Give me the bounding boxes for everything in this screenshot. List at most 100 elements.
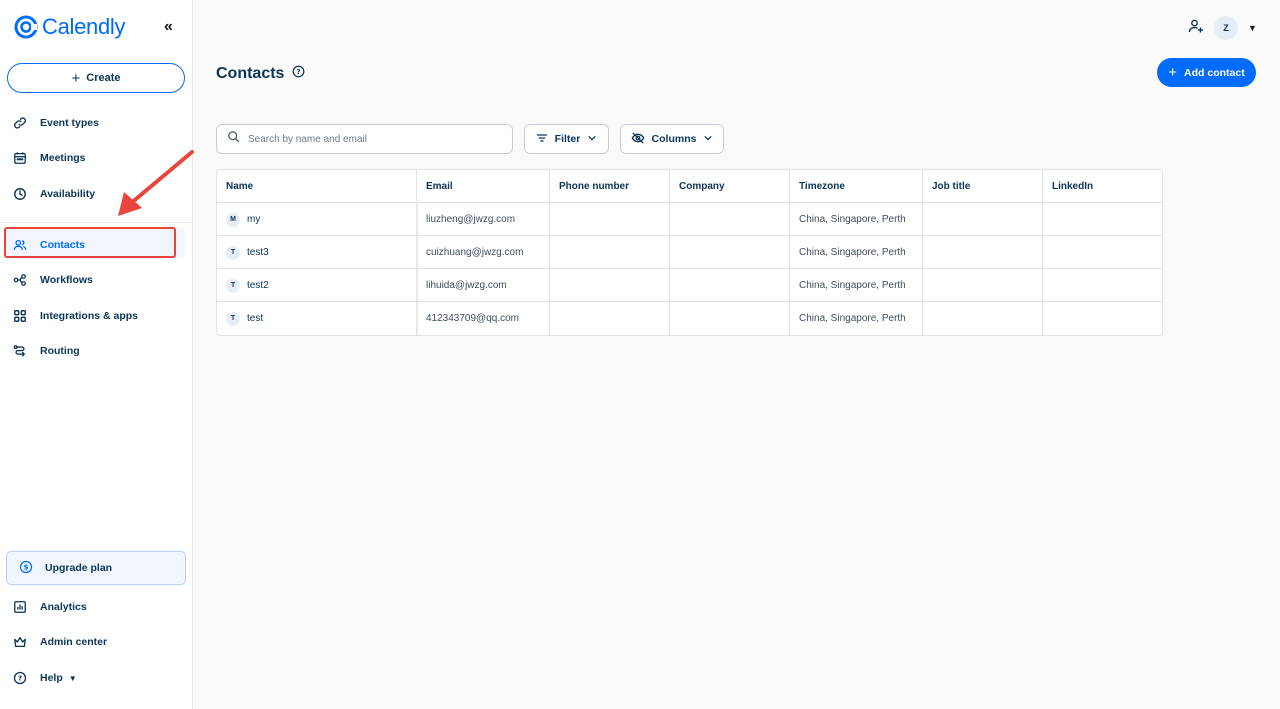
add-contact-label: Add contact bbox=[1184, 66, 1245, 79]
page-title: Contacts ? bbox=[216, 65, 305, 83]
sidebar-item-analytics[interactable]: Analytics bbox=[12, 596, 87, 618]
cell-job-title bbox=[923, 302, 1043, 335]
table-row[interactable]: T test 412343709@qq.com China, Singapore… bbox=[217, 302, 1162, 335]
cell-job-title bbox=[923, 269, 1043, 302]
columns-button[interactable]: Columns bbox=[620, 124, 724, 154]
calendar-icon bbox=[12, 150, 28, 166]
column-header-phone[interactable]: Phone number bbox=[550, 170, 670, 203]
search-box bbox=[216, 124, 513, 154]
sidebar-item-routing[interactable]: Routing bbox=[12, 340, 80, 362]
table-row[interactable]: T test3 cuizhuang@jwzg.com China, Singap… bbox=[217, 236, 1162, 269]
search-icon bbox=[227, 130, 240, 148]
page-title-text: Contacts bbox=[216, 65, 285, 82]
sidebar-item-availability[interactable]: Availability bbox=[12, 183, 95, 205]
chart-icon bbox=[12, 599, 28, 615]
create-button[interactable]: + Create bbox=[7, 63, 185, 93]
cell-phone bbox=[550, 203, 670, 236]
cell-phone bbox=[550, 236, 670, 269]
plus-icon: + bbox=[1168, 64, 1178, 81]
collapse-sidebar-icon[interactable]: « bbox=[164, 18, 173, 36]
clock-icon bbox=[12, 186, 28, 202]
help-circle-icon[interactable]: ? bbox=[292, 65, 305, 83]
cell-linkedin bbox=[1043, 203, 1162, 236]
cell-company bbox=[670, 203, 790, 236]
add-contact-button[interactable]: + Add contact bbox=[1157, 58, 1256, 87]
sidebar-item-label: Workflows bbox=[40, 274, 93, 286]
contact-name: test3 bbox=[247, 247, 269, 258]
invite-user-icon[interactable] bbox=[1188, 18, 1204, 39]
routing-icon bbox=[12, 343, 28, 359]
table-header-row: Name Email Phone number Company Timezone… bbox=[217, 170, 1162, 203]
column-header-name[interactable]: Name bbox=[217, 170, 417, 203]
cell-name: T test3 bbox=[217, 236, 417, 269]
cell-timezone: China, Singapore, Perth bbox=[790, 269, 923, 302]
sidebar-item-label: Event types bbox=[40, 117, 99, 129]
link-icon bbox=[12, 115, 28, 131]
cell-phone bbox=[550, 269, 670, 302]
cell-name: T test bbox=[217, 302, 417, 335]
calendly-logo-icon bbox=[14, 15, 38, 39]
cell-email: liuzheng@jwzg.com bbox=[417, 203, 550, 236]
sidebar-item-integrations[interactable]: Integrations & apps bbox=[12, 305, 138, 327]
cell-job-title bbox=[923, 203, 1043, 236]
logo-text: Calendly bbox=[42, 14, 126, 39]
upgrade-plan-button[interactable]: $ Upgrade plan bbox=[6, 551, 186, 585]
column-header-timezone[interactable]: Timezone bbox=[790, 170, 923, 203]
column-header-company[interactable]: Company bbox=[670, 170, 790, 203]
chevron-down-icon bbox=[587, 133, 597, 146]
search-input[interactable] bbox=[248, 133, 498, 145]
filter-label: Filter bbox=[554, 133, 581, 145]
column-header-job-title[interactable]: Job title bbox=[923, 170, 1043, 203]
annotation-highlight-box bbox=[4, 227, 176, 258]
cell-email: lihuida@jwzg.com bbox=[417, 269, 550, 302]
account-menu-caret-icon[interactable]: ▼ bbox=[1248, 23, 1257, 33]
cell-job-title bbox=[923, 236, 1043, 269]
svg-text:$: $ bbox=[24, 563, 29, 571]
contact-name: test2 bbox=[247, 280, 269, 291]
sidebar-item-label: Admin center bbox=[40, 636, 108, 648]
cell-email: 412343709@qq.com bbox=[417, 302, 550, 335]
sidebar-item-label: Routing bbox=[40, 345, 80, 357]
contact-initial-avatar: M bbox=[226, 212, 240, 227]
caret-down-icon: ▼ bbox=[68, 673, 77, 683]
sidebar-item-label: Help bbox=[40, 672, 63, 684]
svg-text:?: ? bbox=[297, 67, 301, 76]
cell-phone bbox=[550, 302, 670, 335]
calendly-logo[interactable]: Calendly bbox=[14, 12, 126, 42]
cell-linkedin bbox=[1043, 269, 1162, 302]
cell-name: T test2 bbox=[217, 269, 417, 302]
column-header-email[interactable]: Email bbox=[417, 170, 550, 203]
eye-off-icon bbox=[631, 131, 645, 148]
column-header-linkedin[interactable]: LinkedIn bbox=[1043, 170, 1162, 203]
sidebar-item-event-types[interactable]: Event types bbox=[12, 112, 99, 134]
sidebar-item-label: Analytics bbox=[40, 601, 87, 613]
svg-text:?: ? bbox=[18, 674, 22, 683]
cell-timezone: China, Singapore, Perth bbox=[790, 236, 923, 269]
sidebar-item-admin-center[interactable]: Admin center bbox=[12, 631, 107, 653]
cell-timezone: China, Singapore, Perth bbox=[790, 203, 923, 236]
sidebar-item-label: Meetings bbox=[40, 152, 86, 164]
chevron-down-icon bbox=[703, 133, 713, 146]
table-row[interactable]: M my liuzheng@jwzg.com China, Singapore,… bbox=[217, 203, 1162, 236]
grid-icon bbox=[12, 308, 28, 324]
avatar[interactable]: Z bbox=[1214, 16, 1238, 40]
sidebar-item-label: Integrations & apps bbox=[40, 310, 139, 322]
help-icon: ? bbox=[12, 670, 28, 686]
create-label: Create bbox=[86, 72, 121, 84]
table-row[interactable]: T test2 lihuida@jwzg.com China, Singapor… bbox=[217, 269, 1162, 302]
sidebar-item-label: Availability bbox=[40, 188, 96, 200]
filter-icon bbox=[536, 132, 548, 147]
cell-company bbox=[670, 236, 790, 269]
contacts-table: Name Email Phone number Company Timezone… bbox=[216, 169, 1163, 336]
sidebar-item-workflows[interactable]: Workflows bbox=[12, 269, 93, 291]
cell-name: M my bbox=[217, 203, 417, 236]
header-actions: Z ▼ bbox=[1188, 16, 1257, 40]
cell-company bbox=[670, 269, 790, 302]
contact-name: test bbox=[247, 313, 264, 324]
filter-button[interactable]: Filter bbox=[524, 124, 609, 154]
sidebar-item-help[interactable]: ? Help ▼ bbox=[12, 667, 77, 689]
cell-timezone: China, Singapore, Perth bbox=[790, 302, 923, 335]
cell-company bbox=[670, 302, 790, 335]
sidebar-item-meetings[interactable]: Meetings bbox=[12, 147, 86, 169]
sidebar: Calendly « + Create Event types Meetings bbox=[0, 0, 193, 709]
